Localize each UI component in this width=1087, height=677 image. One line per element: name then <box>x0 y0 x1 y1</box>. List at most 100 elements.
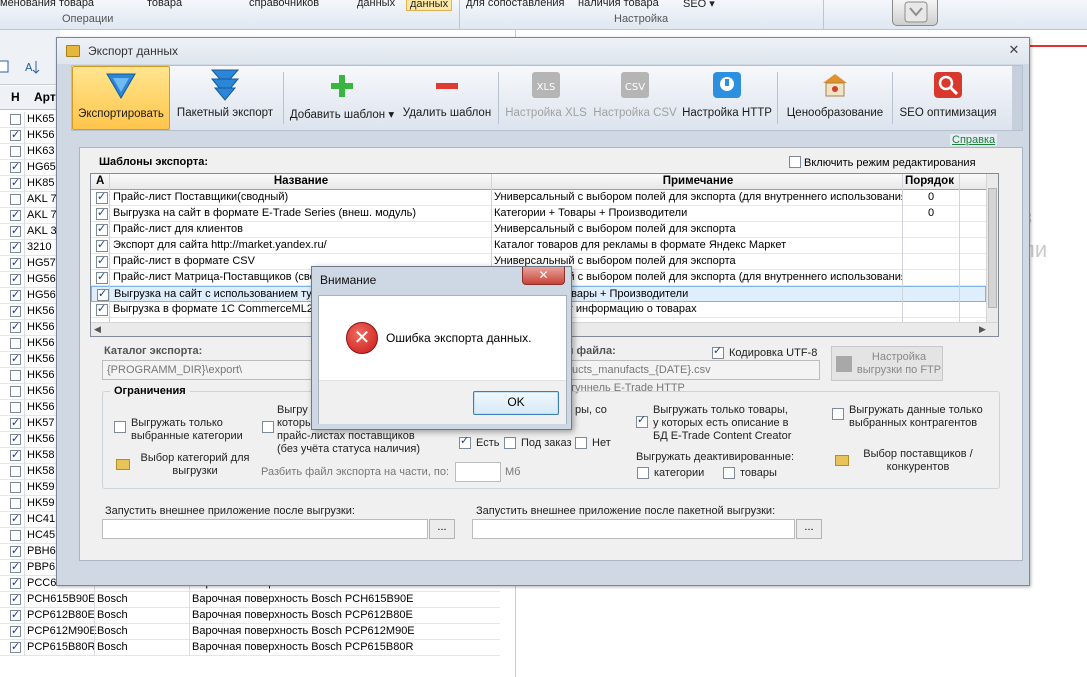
select-categories-button[interactable]: Выбор категорий для выгрузки <box>135 452 255 480</box>
row-checkbox[interactable] <box>10 304 21 317</box>
grid-row[interactable]: PCP612M90EBosch Варочная поверхность Bosc… <box>0 624 500 640</box>
checkbox-box[interactable] <box>96 254 108 268</box>
row-checkbox[interactable] <box>10 448 21 461</box>
run-after-input[interactable] <box>102 519 428 539</box>
checkbox-box[interactable] <box>97 287 109 301</box>
ok-button[interactable]: OK <box>473 391 559 415</box>
template-row[interactable]: Прайс-лист для клиентов Универсальный с в… <box>91 222 986 238</box>
row-checkbox[interactable] <box>10 370 21 381</box>
ribbon-item[interactable]: справочников <box>249 0 319 9</box>
row-checkbox[interactable] <box>10 128 21 141</box>
deactivated-categories-checkbox[interactable]: категории <box>637 467 707 480</box>
checkbox-box[interactable] <box>96 270 108 284</box>
checkbox-box[interactable] <box>636 414 648 428</box>
row-checkbox[interactable] <box>10 240 21 253</box>
selected-counterparties-checkbox[interactable]: Выгружать данные только выбранных контра… <box>832 404 992 432</box>
split-size-input[interactable] <box>455 462 501 482</box>
table-icon[interactable] <box>0 60 10 74</box>
row-checkbox[interactable] <box>10 544 21 557</box>
pricing-button[interactable]: Ценообразование <box>782 66 888 130</box>
row-checkbox[interactable] <box>10 576 21 589</box>
grid-row[interactable]: PCP612B80EBosch Варочная поверхность Bosc… <box>0 608 500 624</box>
ribbon-item[interactable]: для сопоставления <box>466 0 565 9</box>
column-header-active[interactable]: А <box>96 175 104 187</box>
browse-button[interactable]: ... <box>429 519 455 539</box>
utf8-checkbox[interactable]: Кодировка UTF-8 <box>712 345 822 360</box>
row-checkbox[interactable] <box>10 560 21 573</box>
row-checkbox[interactable] <box>10 640 21 653</box>
row-checkbox[interactable] <box>10 352 21 365</box>
add-template-button[interactable]: Добавить шаблон ▾ <box>288 66 396 130</box>
ftp-settings-button[interactable]: Настройка выгрузки по FTP <box>831 346 943 381</box>
checkbox-box[interactable] <box>832 408 844 420</box>
row-checkbox[interactable] <box>10 176 21 189</box>
help-link[interactable]: Справка <box>950 134 998 146</box>
ribbon-item[interactable]: товара <box>147 0 182 9</box>
edit-mode-checkbox[interactable]: Включить режим редактирования <box>789 156 976 169</box>
checkbox-box[interactable] <box>504 437 516 449</box>
ribbon-item-active[interactable]: данных <box>406 0 453 11</box>
ribbon-item[interactable]: наличия товара <box>578 0 659 9</box>
dialog-close-button[interactable]: ✕ <box>522 267 565 285</box>
row-checkbox[interactable] <box>10 288 21 301</box>
grid-row[interactable]: PCP615B80RBosch Варочная поверхность Bosc… <box>0 640 500 656</box>
only-selected-categories-checkbox[interactable]: Выгружать только выбранные категории <box>114 417 254 445</box>
http-settings-button[interactable]: Настройка HTTP <box>682 66 772 130</box>
checkbox-box[interactable] <box>637 467 649 479</box>
template-row[interactable]: Прайс-лист Поставщики(сводный) Универсаль… <box>91 190 986 206</box>
checkbox-box[interactable] <box>96 302 108 316</box>
row-checkbox[interactable] <box>10 386 21 397</box>
row-checkbox[interactable] <box>10 608 21 621</box>
delete-template-button[interactable]: Удалить шаблон <box>400 66 494 130</box>
column-header-name[interactable]: Название <box>113 175 489 187</box>
seo-button[interactable]: SEO оптимизация <box>896 66 1000 130</box>
checkbox-box[interactable] <box>96 206 108 220</box>
row-checkbox[interactable] <box>10 256 21 269</box>
column-header[interactable]: Арт <box>34 90 56 104</box>
row-checkbox[interactable] <box>10 146 21 157</box>
row-checkbox[interactable] <box>10 338 21 349</box>
close-icon[interactable]: ✕ <box>1007 43 1021 57</box>
row-checkbox[interactable] <box>10 482 21 493</box>
select-suppliers-button[interactable]: Выбор поставщиков / конкурентов <box>853 448 983 476</box>
row-checkbox[interactable] <box>10 432 21 445</box>
checkbox-box[interactable] <box>575 437 587 449</box>
checkbox-box[interactable] <box>96 222 108 236</box>
edit-mode-box[interactable] <box>789 156 801 168</box>
batch-export-button[interactable]: Пакетный экспорт <box>172 66 278 130</box>
scroll-right-icon[interactable]: ▶ <box>979 324 986 335</box>
row-checkbox[interactable] <box>10 272 21 285</box>
row-checkbox[interactable] <box>10 592 21 605</box>
run-after-batch-input[interactable] <box>472 519 795 539</box>
row-checkbox[interactable] <box>10 208 21 221</box>
scroll-left-icon[interactable]: ◀ <box>94 324 101 335</box>
only-described-checkbox[interactable]: Выгружать только товары, у которых есть … <box>636 404 806 444</box>
availability-no-checkbox[interactable]: Нет <box>575 437 615 450</box>
deactivated-goods-checkbox[interactable]: товары <box>723 467 783 480</box>
checkbox-box[interactable] <box>459 435 471 449</box>
checkbox-box[interactable] <box>114 421 126 433</box>
toolbar-scrollbar[interactable] <box>1012 66 1022 130</box>
grid-row[interactable]: PCH615B90EBosch Варочная поверхность Bosc… <box>0 592 500 608</box>
template-row[interactable]: Выгрузка на сайт в формате E-Trade Serie… <box>91 206 986 222</box>
xls-settings-button[interactable]: XLS Настройка XLS <box>504 66 588 130</box>
availability-yes-checkbox[interactable]: Есть <box>459 435 499 450</box>
sort-icon[interactable]: A <box>25 59 43 75</box>
scrollbar-thumb[interactable] <box>988 188 997 308</box>
utf8-box[interactable] <box>712 345 724 359</box>
template-row[interactable]: Экспорт для сайта http://market.yandex.r… <box>91 238 986 254</box>
row-checkbox[interactable] <box>10 194 21 205</box>
column-header[interactable]: Н <box>11 90 20 104</box>
row-checkbox[interactable] <box>10 466 21 477</box>
row-checkbox[interactable] <box>10 402 21 413</box>
row-checkbox[interactable] <box>10 160 21 173</box>
checkbox-box[interactable] <box>262 421 274 433</box>
checkbox-box[interactable] <box>723 467 735 479</box>
row-checkbox[interactable] <box>10 512 21 525</box>
row-checkbox[interactable] <box>10 530 21 541</box>
ribbon-item[interactable]: SEO ▾ <box>683 0 715 10</box>
export-button[interactable]: Экспортировать <box>72 66 170 130</box>
row-checkbox[interactable] <box>10 498 21 509</box>
row-checkbox[interactable] <box>10 224 21 237</box>
vertical-scrollbar[interactable] <box>986 174 998 322</box>
